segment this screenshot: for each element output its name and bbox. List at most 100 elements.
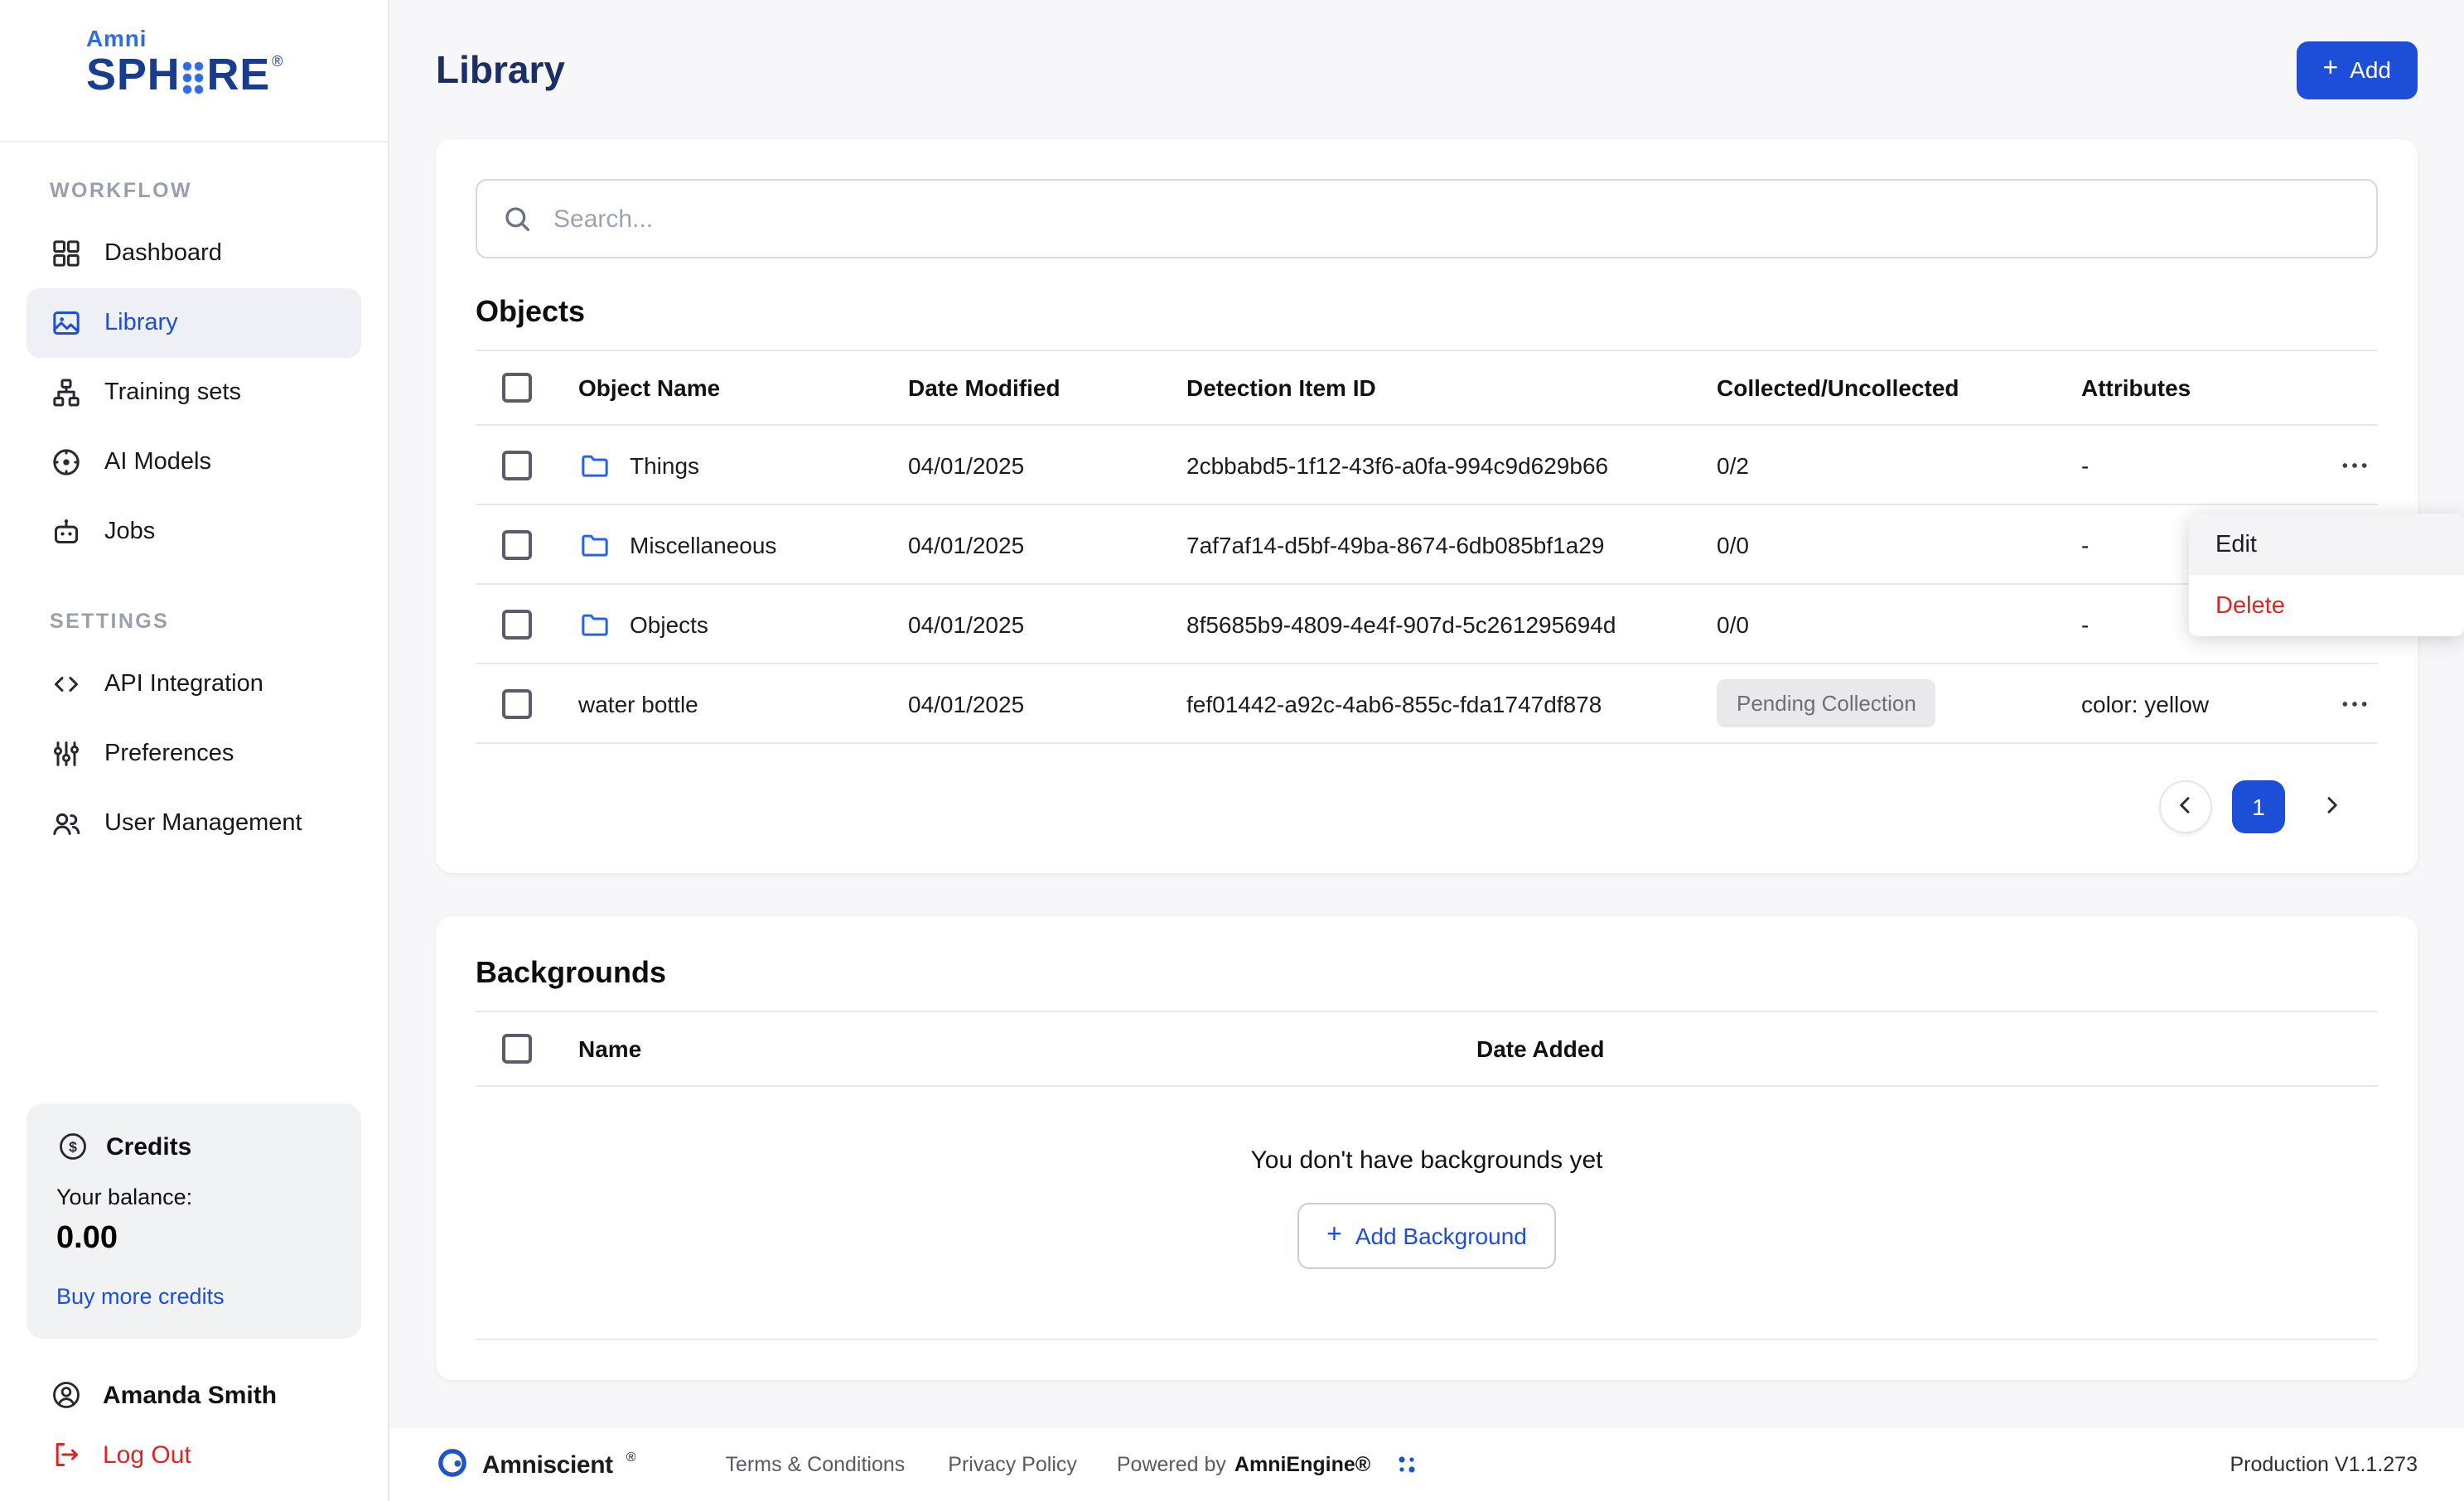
app-logo[interactable]: Amni SPHRE® — [0, 0, 388, 142]
menu-item-delete[interactable]: Delete — [2189, 575, 2464, 636]
training-sets-icon — [50, 376, 83, 409]
sidebar-item-ai-models[interactable]: AI Models — [0, 427, 388, 497]
folder-icon — [578, 448, 611, 481]
backgrounds-table-header: Name Date Added — [476, 1011, 2378, 1087]
context-menu: Edit Delete — [2189, 514, 2464, 636]
chevron-right-icon — [2317, 789, 2346, 824]
sidebar-item-label: Preferences — [104, 741, 234, 767]
sidebar-item-preferences[interactable]: Preferences — [0, 719, 388, 789]
dashboard-icon — [50, 237, 83, 270]
sidebar-item-label: API Integration — [104, 671, 263, 697]
select-all-checkbox[interactable] — [502, 373, 532, 403]
detection-item-id: 2cbbabd5-1f12-43f6-a0fa-994c9d629b66 — [1186, 451, 1717, 478]
sidebar: Amni SPHRE® WORKFLOW Dashboard Library — [0, 0, 389, 1501]
sidebar-item-jobs[interactable]: Jobs — [0, 497, 388, 567]
svg-text:$: $ — [69, 1139, 77, 1156]
amni-dots-icon — [1394, 1451, 1420, 1478]
page-title: Library — [436, 47, 565, 92]
object-name: Miscellaneous — [630, 531, 776, 557]
object-name: water bottle — [578, 690, 698, 717]
dollar-circle-icon: $ — [56, 1130, 89, 1163]
page-header: Library + Add — [436, 0, 2418, 139]
footer: Amniscient ® Terms & Conditions Privacy … — [389, 1428, 2464, 1501]
pagination-page-1[interactable]: 1 — [2232, 780, 2285, 833]
search-bar — [476, 179, 2378, 258]
terms-link[interactable]: Terms & Conditions — [726, 1453, 906, 1476]
library-icon — [50, 306, 83, 340]
object-row: Objects 04/01/2025 8f5685b9-4809-4e4f-90… — [476, 585, 2378, 664]
object-row: Miscellaneous 04/01/2025 7af7af14-d5bf-4… — [476, 505, 2378, 585]
pagination-next-button[interactable] — [2305, 780, 2358, 833]
search-icon — [500, 202, 534, 235]
jobs-icon — [50, 515, 83, 548]
row-actions-button[interactable] — [2331, 680, 2378, 726]
sidebar-item-label: Library — [104, 310, 178, 336]
pagination-prev-button[interactable] — [2159, 780, 2212, 833]
sidebar-item-library[interactable]: Library — [27, 288, 361, 358]
row-checkbox[interactable] — [502, 688, 532, 718]
menu-item-edit[interactable]: Edit — [2189, 514, 2464, 575]
object-folder-link[interactable]: Objects — [552, 607, 908, 640]
column-header-attributes: Attributes — [2081, 374, 2326, 401]
amniscient-logo-icon — [436, 1445, 469, 1484]
engine-brand: AmniEngine® — [1234, 1453, 1370, 1476]
buy-more-credits-link[interactable]: Buy more credits — [56, 1284, 225, 1309]
logo-dot-e-icon — [181, 61, 205, 96]
footer-brand-registered: ® — [626, 1449, 636, 1464]
objects-table-header: Object Name Date Modified Detection Item… — [476, 350, 2378, 426]
logout-button[interactable]: Log Out — [0, 1418, 388, 1501]
row-checkbox[interactable] — [502, 609, 532, 639]
object-name: Objects — [630, 611, 708, 637]
privacy-link[interactable]: Privacy Policy — [948, 1453, 1077, 1476]
collected-count: 0/0 — [1717, 611, 2081, 637]
column-header-collected: Collected/Uncollected — [1717, 374, 2081, 401]
search-input[interactable] — [476, 179, 2378, 258]
object-folder-link[interactable]: Things — [552, 448, 908, 481]
row-actions-button[interactable] — [2331, 442, 2378, 488]
preferences-icon — [50, 737, 83, 770]
sidebar-item-label: AI Models — [104, 449, 211, 475]
balance-value: 0.00 — [56, 1221, 331, 1257]
folder-icon — [578, 528, 611, 561]
row-checkbox[interactable] — [502, 529, 532, 559]
objects-table: Object Name Date Modified Detection Item… — [476, 350, 2378, 744]
footer-brand[interactable]: Amniscient ® — [436, 1445, 636, 1484]
column-header-date-added: Date Added — [1476, 1035, 2378, 1062]
sidebar-item-api-integration[interactable]: API Integration — [0, 649, 388, 719]
column-header-date-modified: Date Modified — [908, 374, 1186, 401]
sidebar-item-label: Jobs — [104, 519, 155, 545]
powered-by: Powered by AmniEngine® — [1117, 1453, 1370, 1476]
add-background-label: Add Background — [1355, 1223, 1527, 1249]
sidebar-item-dashboard[interactable]: Dashboard — [0, 219, 388, 288]
object-folder-link[interactable]: Miscellaneous — [552, 528, 908, 561]
column-header-object-name: Object Name — [552, 374, 908, 401]
logout-label: Log Out — [103, 1441, 191, 1469]
row-checkbox[interactable] — [502, 450, 532, 480]
object-item-link[interactable]: water bottle — [552, 690, 908, 717]
sidebar-item-user-management[interactable]: User Management — [0, 789, 388, 858]
pagination: 1 — [476, 780, 2378, 833]
select-all-checkbox[interactable] — [502, 1034, 532, 1064]
add-background-button[interactable]: + Add Background — [1297, 1203, 1557, 1269]
plus-icon: + — [1326, 1223, 1342, 1249]
object-name: Things — [630, 451, 699, 478]
main-column: Library + Add Objects — [389, 0, 2464, 1501]
object-row: water bottle 04/01/2025 fef01442-a92c-4a… — [476, 664, 2378, 744]
chevron-left-icon — [2171, 789, 2201, 824]
registered-mark: ® — [272, 55, 283, 71]
balance-label: Your balance: — [56, 1185, 331, 1209]
credits-card: $ Credits Your balance: 0.00 Buy more cr… — [27, 1103, 361, 1339]
app-root: Amni SPHRE® WORKFLOW Dashboard Library — [0, 0, 2464, 1501]
collected-count: 0/2 — [1717, 451, 2081, 478]
sidebar-item-training-sets[interactable]: Training sets — [0, 358, 388, 427]
date-modified: 04/01/2025 — [908, 690, 1186, 717]
objects-card: Objects Object Name Date Modified Detect… — [436, 139, 2418, 873]
section-label-workflow: WORKFLOW — [0, 179, 388, 219]
status-badge: Pending Collection — [1717, 679, 1936, 727]
add-button[interactable]: + Add — [2296, 41, 2418, 99]
column-header-name: Name — [552, 1035, 1476, 1062]
avatar-icon — [50, 1378, 83, 1412]
sidebar-item-label: Training sets — [104, 379, 241, 406]
user-profile[interactable]: Amanda Smith — [0, 1359, 388, 1418]
detection-item-id: fef01442-a92c-4ab6-855c-fda1747df878 — [1186, 690, 1717, 717]
